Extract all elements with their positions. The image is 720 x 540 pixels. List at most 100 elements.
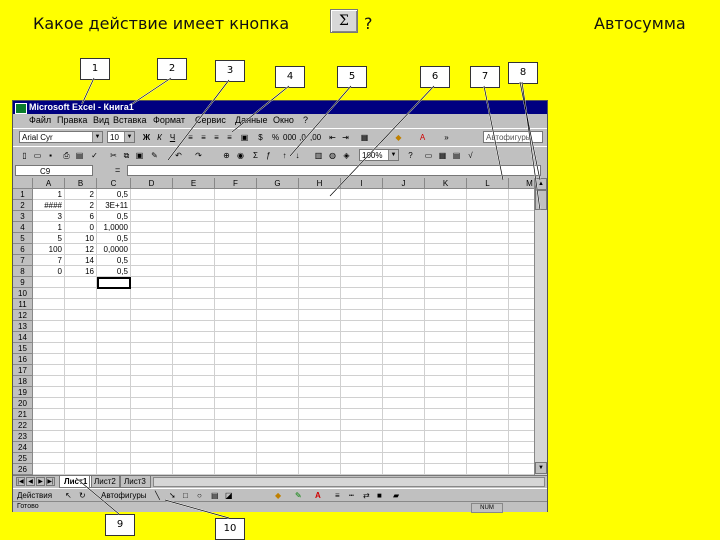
column-header-m[interactable]: M (509, 178, 534, 189)
function-icon[interactable]: ƒ (263, 150, 274, 161)
hyperlink-icon[interactable]: ⊕ (221, 150, 232, 161)
prev-sheet-icon[interactable]: ◀ (26, 477, 35, 486)
row-header-14[interactable]: 14 (13, 332, 33, 343)
table-cell[interactable]: 0 (33, 266, 65, 277)
menu-tools[interactable]: Сервис (195, 114, 226, 127)
menu-edit[interactable]: Правка (57, 114, 87, 127)
row-header-1[interactable]: 1 (13, 189, 33, 200)
fill-color-icon[interactable]: ◆ (393, 132, 404, 143)
table-cell[interactable]: 2 (65, 189, 97, 200)
sort-descending-icon[interactable]: ↓ (292, 150, 303, 161)
sheet-tab-1[interactable]: Лист1 (59, 476, 93, 488)
table-cell[interactable]: 0 (65, 222, 97, 233)
map-icon[interactable]: ◍ (327, 150, 338, 161)
justify-icon[interactable]: ≡ (224, 132, 235, 143)
align-center-icon[interactable]: ≡ (198, 132, 209, 143)
print-icon[interactable]: ⎙ (61, 150, 72, 161)
scroll-up-icon[interactable]: ▲ (535, 178, 547, 190)
chart-wizard-icon[interactable]: ▥ (313, 150, 324, 161)
undo-icon[interactable]: ↶ (173, 150, 184, 161)
cut-icon[interactable]: ✂ (108, 150, 119, 161)
align-right-icon[interactable]: ≡ (211, 132, 222, 143)
copy-icon[interactable]: ⧉ (121, 150, 132, 161)
toolbar-options-icon[interactable]: » (441, 132, 452, 143)
drawing-icon[interactable]: ◈ (341, 150, 352, 161)
increase-decimal-icon[interactable]: ,0 (297, 132, 308, 143)
font-color-icon[interactable]: A (417, 132, 428, 143)
column-header-b[interactable]: B (65, 178, 97, 189)
row-header-17[interactable]: 17 (13, 365, 33, 376)
row-header-24[interactable]: 24 (13, 442, 33, 453)
row-header-19[interactable]: 19 (13, 387, 33, 398)
table-cell[interactable]: 0,5 (97, 189, 131, 200)
table-cell[interactable]: 0,5 (97, 266, 131, 277)
formula-equals[interactable]: = (115, 164, 120, 177)
table-cell[interactable]: 1,0000 (97, 222, 131, 233)
chart-icon[interactable]: ▦ (437, 150, 448, 161)
menu-insert[interactable]: Вставка (113, 114, 146, 127)
scroll-down-icon[interactable]: ▼ (535, 462, 547, 474)
currency-icon[interactable]: $ (255, 132, 266, 143)
scroll-thumb[interactable] (535, 190, 547, 210)
row-header-3[interactable]: 3 (13, 211, 33, 222)
borders-icon[interactable]: ▦ (359, 132, 370, 143)
sheet-icon[interactable]: ▤ (451, 150, 462, 161)
row-header-22[interactable]: 22 (13, 420, 33, 431)
row-header-12[interactable]: 12 (13, 310, 33, 321)
print-preview-icon[interactable]: ▤ (74, 150, 85, 161)
decrease-indent-icon[interactable]: ⇤ (327, 132, 338, 143)
table-cell[interactable]: 5 (33, 233, 65, 244)
row-header-26[interactable]: 26 (13, 464, 33, 475)
equation-icon[interactable]: √ (465, 150, 476, 161)
increase-indent-icon[interactable]: ⇥ (340, 132, 351, 143)
spelling-icon[interactable]: ✓ (89, 150, 100, 161)
zoom-combo[interactable]: 100% ▼ (359, 149, 399, 161)
table-cell[interactable]: 10 (65, 233, 97, 244)
column-header-l[interactable]: L (467, 178, 509, 189)
column-header-k[interactable]: K (425, 178, 467, 189)
column-header-f[interactable]: F (215, 178, 257, 189)
comment-icon[interactable]: ▭ (423, 150, 434, 161)
formula-input[interactable] (127, 165, 541, 176)
menu-file[interactable]: Файл (29, 114, 51, 127)
worksheet-grid[interactable]: A B C D E F G H I J K L M 1 2 3 4 5 6 7 8 9 10 11 12 13 14 15 16 17 18… (13, 178, 534, 475)
table-cell[interactable]: 7 (33, 255, 65, 266)
align-left-icon[interactable]: ≡ (185, 132, 196, 143)
autoformat-box[interactable]: Автофигуры (483, 131, 543, 143)
italic-icon[interactable]: К (154, 132, 165, 143)
column-header-g[interactable]: G (257, 178, 299, 189)
row-header-25[interactable]: 25 (13, 453, 33, 464)
column-header-i[interactable]: I (341, 178, 383, 189)
web-toolbar-icon[interactable]: ◉ (235, 150, 246, 161)
row-header-8[interactable]: 8 (13, 266, 33, 277)
column-header-a[interactable]: A (33, 178, 65, 189)
redo-icon[interactable]: ↷ (193, 150, 204, 161)
row-header-4[interactable]: 4 (13, 222, 33, 233)
menu-view[interactable]: Вид (93, 114, 109, 127)
table-cell[interactable]: 3 (33, 211, 65, 222)
row-header-7[interactable]: 7 (13, 255, 33, 266)
column-header-h[interactable]: H (299, 178, 341, 189)
table-cell[interactable]: 1 (33, 222, 65, 233)
name-box[interactable]: C9 (15, 165, 93, 176)
table-cell[interactable]: 14 (65, 255, 97, 266)
next-sheet-icon[interactable]: ▶ (36, 477, 45, 486)
column-header-c[interactable]: C (97, 178, 131, 189)
table-cell[interactable]: 0,5 (97, 255, 131, 266)
underline-icon[interactable]: Ч (167, 132, 178, 143)
horizontal-scrollbar[interactable] (153, 477, 545, 487)
menu-help[interactable]: ? (303, 114, 308, 127)
sheet-tab-2[interactable]: Лист2 (89, 476, 121, 488)
row-header-16[interactable]: 16 (13, 354, 33, 365)
bold-icon[interactable]: Ж (141, 132, 152, 143)
row-header-13[interactable]: 13 (13, 321, 33, 332)
thousands-icon[interactable]: 000 (283, 132, 296, 143)
last-sheet-icon[interactable]: ▶| (46, 477, 55, 486)
column-header-d[interactable]: D (131, 178, 173, 189)
select-all-corner[interactable] (13, 178, 33, 189)
row-header-2[interactable]: 2 (13, 200, 33, 211)
table-cell[interactable]: 2 (65, 200, 97, 211)
decrease-decimal-icon[interactable]: ,00 (310, 132, 321, 143)
table-cell[interactable]: 100 (33, 244, 65, 255)
font-name-combo[interactable]: Arial Cyr ▼ (19, 131, 103, 143)
